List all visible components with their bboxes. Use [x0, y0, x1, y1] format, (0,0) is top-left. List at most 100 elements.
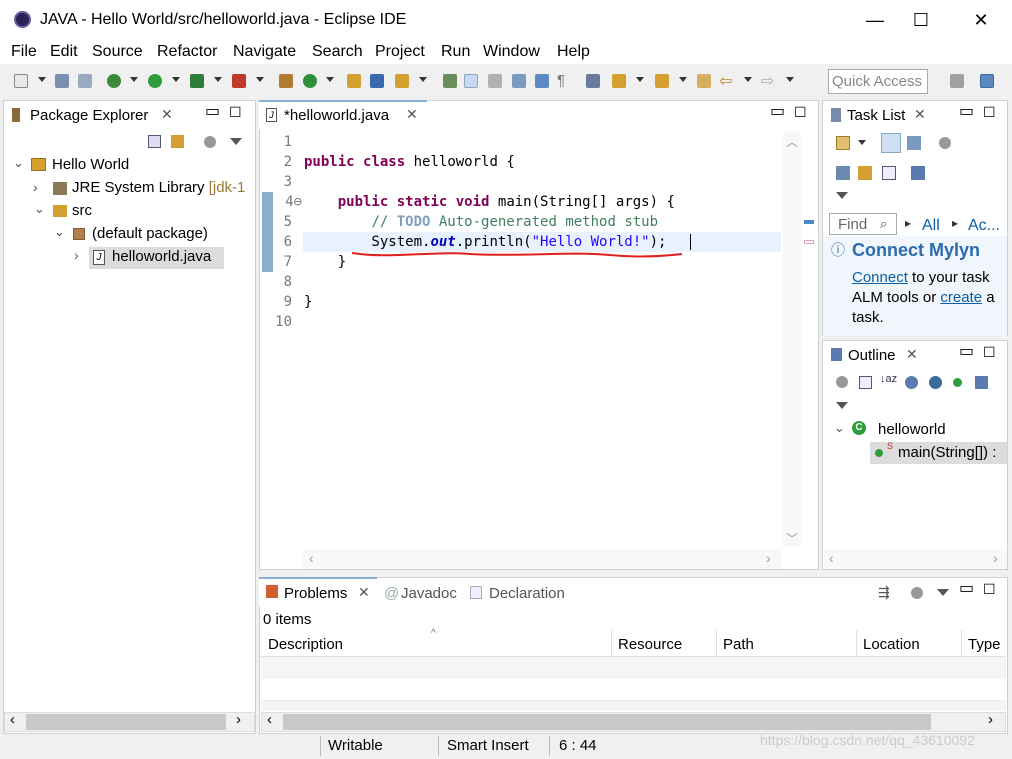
minimize-view-icon[interactable]: ▭ — [205, 101, 220, 121]
collapse-all-icon[interactable] — [859, 376, 872, 389]
tab-problems[interactable]: Problems — [284, 585, 347, 602]
menu-window[interactable]: Window — [483, 43, 540, 61]
minimize-view-icon[interactable]: ▭ — [959, 578, 974, 598]
toggle-mark-icon[interactable] — [535, 74, 549, 88]
chevron-down-icon[interactable] — [130, 77, 138, 82]
save-icon[interactable] — [55, 74, 69, 88]
outline-hscrollbar[interactable] — [824, 549, 1007, 569]
menu-refactor[interactable]: Refactor — [157, 43, 217, 61]
highlight-icon[interactable] — [464, 74, 478, 88]
maximize-view-icon[interactable]: ☐ — [794, 104, 807, 121]
block-selection-icon[interactable] — [488, 74, 502, 88]
tree-item-helloworld-java[interactable]: helloworld.java — [112, 248, 211, 265]
close-icon[interactable]: ✕ — [406, 106, 418, 123]
tab-helloworld-java[interactable]: *helloworld.java — [284, 107, 389, 124]
coverage-icon[interactable] — [190, 74, 204, 88]
scroll-left-icon[interactable]: ‹ — [10, 711, 15, 728]
filter-all-link[interactable]: All — [922, 217, 940, 235]
maximize-view-icon[interactable]: ☐ — [983, 344, 996, 361]
close-icon[interactable]: ✕ — [161, 106, 173, 123]
next-annotation-icon[interactable] — [612, 74, 626, 88]
chevron-down-icon[interactable]: ⌄ — [54, 224, 65, 240]
scroll-up-icon[interactable]: ︿ — [786, 133, 798, 150]
menu-navigate[interactable]: Navigate — [233, 43, 296, 61]
collapse-all-icon[interactable] — [882, 166, 896, 180]
column-type[interactable]: Type — [968, 636, 1001, 653]
column-resource[interactable]: Resource — [618, 636, 682, 653]
prev-annotation-icon[interactable] — [655, 74, 669, 88]
maximize-view-icon[interactable]: ☐ — [983, 581, 996, 598]
show-whitespace-icon[interactable] — [512, 74, 526, 88]
scroll-left-icon[interactable]: ‹ — [309, 550, 314, 566]
new-task-icon[interactable] — [836, 136, 850, 150]
filter-activate-link[interactable]: Ac... — [968, 217, 1000, 235]
tree-item-hello-world[interactable]: Hello World — [52, 156, 129, 173]
menu-search[interactable]: Search — [312, 43, 363, 61]
scroll-down-icon[interactable]: ﹀ — [786, 530, 798, 547]
menu-run[interactable]: Run — [441, 43, 470, 61]
external-tools-icon[interactable] — [232, 74, 246, 88]
chevron-down-icon[interactable] — [679, 77, 687, 82]
minimize-button[interactable]: — — [852, 6, 898, 34]
minimize-view-icon[interactable]: ▭ — [959, 341, 974, 361]
create-link[interactable]: create — [940, 289, 982, 306]
scroll-right-icon[interactable]: › — [993, 550, 998, 566]
menu-source[interactable]: Source — [92, 43, 143, 61]
outline-class-helloworld[interactable]: helloworld — [878, 421, 946, 438]
editor-hscrollbar[interactable] — [303, 549, 781, 569]
hide-nonpublic-icon[interactable] — [953, 378, 962, 387]
hide-fields-icon[interactable] — [905, 376, 918, 389]
chevron-down-icon[interactable] — [858, 140, 866, 145]
chevron-down-icon[interactable] — [172, 77, 180, 82]
code-area[interactable]: public class helloworld { public static … — [304, 132, 675, 332]
chevron-down-icon[interactable] — [419, 77, 427, 82]
overview-marker[interactable] — [804, 240, 814, 244]
overview-marker[interactable] — [804, 220, 814, 224]
chevron-down-icon[interactable]: ⌄ — [834, 420, 845, 436]
scroll-left-icon[interactable]: ‹ — [267, 711, 272, 728]
sync-icon[interactable] — [858, 166, 872, 180]
scrollbar-thumb[interactable] — [283, 714, 931, 730]
chevron-down-icon[interactable] — [744, 77, 752, 82]
sort-icon[interactable]: ↓az — [880, 373, 897, 385]
chevron-down-icon[interactable] — [214, 77, 222, 82]
hide-static-icon[interactable] — [929, 376, 942, 389]
chevron-down-icon[interactable]: ⌄ — [13, 155, 24, 171]
column-path[interactable]: Path — [723, 636, 754, 653]
close-icon[interactable]: ✕ — [906, 346, 918, 363]
search-icon[interactable] — [395, 74, 409, 88]
pilcrow-icon[interactable]: ¶ — [557, 72, 565, 89]
link-editor-icon[interactable] — [171, 135, 184, 148]
tree-item-src[interactable]: src — [72, 202, 92, 219]
scroll-right-icon[interactable]: › — [236, 711, 241, 728]
scroll-right-icon[interactable]: › — [766, 550, 771, 566]
tree-item-jre[interactable]: JRE System Library [jdk-1 — [72, 179, 252, 196]
collapse-all-icon[interactable] — [148, 135, 161, 148]
tab-task-list[interactable]: Task List — [847, 107, 905, 124]
chevron-right-icon[interactable]: › — [33, 179, 38, 195]
chevron-down-icon[interactable] — [38, 77, 46, 82]
menu-file[interactable]: File — [11, 43, 37, 61]
run-icon[interactable] — [148, 74, 162, 88]
menu-edit[interactable]: Edit — [50, 43, 78, 61]
save-all-icon[interactable] — [78, 74, 92, 88]
scroll-left-icon[interactable]: ‹ — [829, 550, 834, 566]
open-task-icon[interactable] — [370, 74, 384, 88]
annotation-icon[interactable] — [443, 74, 457, 88]
maximize-button[interactable]: ☐ — [898, 6, 944, 34]
filter-icon[interactable] — [911, 587, 923, 599]
new-package-icon[interactable] — [279, 74, 293, 88]
outline-method-main[interactable]: main(String[]) : — [898, 444, 996, 461]
focus-icon[interactable]: ⇶ — [878, 584, 890, 601]
collapse-icon[interactable] — [836, 166, 850, 180]
focus-icon[interactable] — [911, 166, 925, 180]
open-perspective-icon[interactable] — [950, 74, 964, 88]
column-description[interactable]: Description — [268, 636, 343, 653]
close-icon[interactable]: ✕ — [914, 106, 926, 123]
chevron-down-icon[interactable] — [636, 77, 644, 82]
quick-access-input[interactable]: Quick Access — [828, 69, 928, 94]
debug-icon[interactable] — [107, 74, 121, 88]
maximize-view-icon[interactable]: ☐ — [983, 104, 996, 121]
scroll-right-icon[interactable]: › — [988, 711, 993, 728]
tab-package-explorer[interactable]: Package Explorer — [30, 107, 148, 124]
